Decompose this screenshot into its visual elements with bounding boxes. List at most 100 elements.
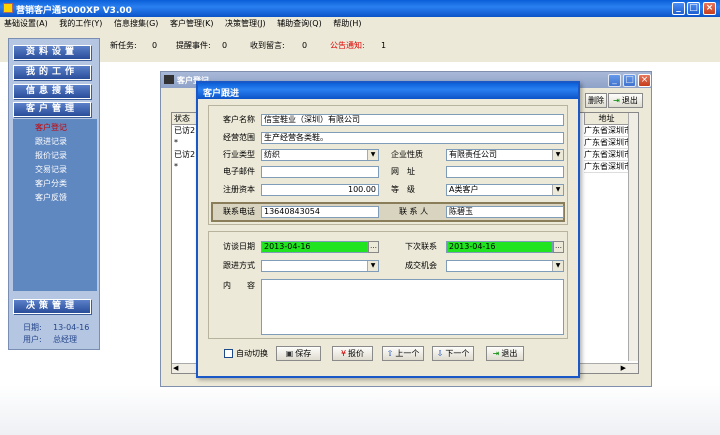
industry-label: 行业类型 [223, 150, 255, 159]
reminder-label: 提醒事件: [176, 41, 211, 50]
bg-minimize-icon[interactable]: _ [608, 74, 621, 87]
notice-label[interactable]: 公告通知: [330, 40, 365, 52]
vertical-scrollbar[interactable] [628, 113, 638, 361]
quote-button[interactable]: ¥ 报价 [332, 346, 373, 361]
previous-button[interactable]: ⇧ 上一个 [382, 346, 424, 361]
user-label: 用户: [23, 335, 42, 344]
submenu-quote-records[interactable]: 报价记录 [35, 149, 97, 163]
arrow-down-icon: ⇩ [436, 349, 444, 358]
company-type-select[interactable]: 有限责任公司 ▼ [446, 149, 564, 161]
email-field[interactable] [261, 166, 379, 178]
level-select[interactable]: A类客户 ▼ [446, 184, 564, 196]
content-textarea[interactable] [261, 279, 564, 335]
date-label: 日期: [23, 323, 42, 332]
exit-icon: ⇥ [492, 349, 500, 358]
scroll-left-icon[interactable]: ◀ [173, 364, 178, 372]
chevron-down-icon[interactable]: ▼ [552, 185, 563, 195]
table-row[interactable]: 已访2 [172, 149, 198, 161]
address-cell[interactable]: 广东省深圳市龙 [584, 125, 628, 137]
submenu-customer-register[interactable]: 客户登记 [35, 121, 97, 135]
business-scope-label: 经营范围 [223, 133, 255, 142]
contact-row: 联系电话 13640843054 联 系 人 陈碧玉 [211, 202, 565, 222]
follow-method-label: 跟进方式 [223, 261, 255, 270]
address-cell[interactable]: 广东省深圳市龙 [584, 149, 628, 161]
save-button[interactable]: ▣ 保存 [276, 346, 321, 361]
grid-header-status: 状态 [172, 113, 198, 125]
visit-date-picker-button[interactable]: … [368, 241, 379, 253]
nav-my-work[interactable]: 我的工作 [13, 65, 91, 80]
auto-switch-label: 自动切换 [236, 349, 268, 358]
nav-decision-mgmt[interactable]: 决策管理 [13, 299, 91, 314]
sidebar: 资料设置 我的工作 信息搜集 客户管理 客户登记 跟进记录 报价记录 交易记录 … [8, 38, 100, 350]
minimize-icon[interactable]: _ [672, 2, 685, 15]
business-scope-field[interactable]: 生产经营各类鞋。 [261, 132, 564, 144]
submenu-customer-feedback[interactable]: 客户反馈 [35, 191, 97, 205]
chevron-down-icon[interactable]: ▼ [367, 261, 378, 271]
table-row[interactable]: * [172, 137, 198, 149]
grid-address-column: 广东省深圳市龙 广东省深圳市龙 广东省深圳市龙 广东省深圳市龙 [584, 125, 628, 173]
arrow-up-icon: ⇧ [386, 349, 394, 358]
app-icon [3, 3, 13, 13]
close-icon[interactable]: × [703, 2, 716, 15]
bg-exit-button[interactable]: ⇥ 退出 [608, 93, 643, 108]
submenu-follow-records[interactable]: 跟进记录 [35, 135, 97, 149]
deal-chance-select[interactable]: ▼ [446, 260, 564, 272]
menu-basic-settings[interactable]: 基础设置(A) [4, 19, 48, 28]
next-button[interactable]: ⇩ 下一个 [432, 346, 474, 361]
customer-name-label: 客户名称 [223, 115, 255, 124]
email-label: 电子邮件 [223, 167, 255, 176]
maximize-icon[interactable]: □ [687, 2, 700, 15]
menu-bar: 基础设置(A) 我的工作(Y) 信息搜集(G) 客户管理(K) 决策管理(J) … [0, 17, 720, 31]
exit-button[interactable]: ⇥ 退出 [486, 346, 524, 361]
reminder-count: 0 [222, 41, 228, 50]
auto-switch-checkbox[interactable] [224, 349, 233, 358]
nav-customer-mgmt[interactable]: 客户管理 [13, 102, 91, 117]
submenu-trade-records[interactable]: 交易记录 [35, 163, 97, 177]
menu-my-work[interactable]: 我的工作(Y) [59, 19, 102, 28]
next-contact-picker-button[interactable]: … [553, 241, 564, 253]
menu-customer-mgmt[interactable]: 客户管理(K) [170, 19, 214, 28]
customer-submenu: 客户登记 跟进记录 报价记录 交易记录 客户分类 客户反馈 [13, 119, 97, 291]
next-contact-field[interactable]: 2013-04-16 [446, 241, 553, 253]
new-task-count: 0 [152, 41, 158, 50]
website-label: 网 址 [391, 167, 415, 176]
bg-maximize-icon[interactable]: □ [623, 74, 636, 87]
menu-info-collect[interactable]: 信息搜集(G) [114, 19, 158, 28]
message-label: 收到留言: [250, 41, 285, 50]
menu-aux-query[interactable]: 辅助查询(Q) [277, 19, 322, 28]
grid-status-column: 已访2 * 已访2 * [172, 125, 198, 173]
company-type-label: 企业性质 [391, 150, 423, 159]
industry-select[interactable]: 纺织 ▼ [261, 149, 379, 161]
nav-data-settings[interactable]: 资料设置 [13, 45, 91, 60]
visit-date-field[interactable]: 2013-04-16 [261, 241, 368, 253]
chevron-down-icon[interactable]: ▼ [552, 150, 563, 160]
menu-help[interactable]: 帮助(H) [333, 19, 361, 28]
address-cell[interactable]: 广东省深圳市龙 [584, 161, 628, 173]
chevron-down-icon[interactable]: ▼ [367, 150, 378, 160]
contact-label: 联 系 人 [399, 207, 429, 216]
nav-info-collect[interactable]: 信息搜集 [13, 84, 91, 99]
grid-header-address: 地址 [584, 113, 628, 125]
contact-field[interactable]: 陈碧玉 [446, 206, 564, 218]
phone-field[interactable]: 13640843054 [261, 206, 379, 218]
bg-close-icon[interactable]: × [638, 74, 651, 87]
submenu-customer-category[interactable]: 客户分类 [35, 177, 97, 191]
app-titlebar: 营销客户通5000XP V3.00 _ □ × [0, 0, 720, 17]
phone-label: 联系电话 [223, 207, 255, 216]
website-field[interactable] [446, 166, 564, 178]
customer-name-field[interactable]: 信宝鞋业（深圳）有限公司 [261, 114, 564, 126]
table-row[interactable]: 已访2 [172, 125, 198, 137]
address-cell[interactable]: 广东省深圳市龙 [584, 137, 628, 149]
capital-field[interactable]: 100.00 [261, 184, 379, 196]
chevron-down-icon[interactable]: ▼ [552, 261, 563, 271]
dialog-title: 客户跟进 [203, 89, 240, 99]
menu-decision-mgmt[interactable]: 决策管理(J) [225, 19, 266, 28]
date-value: 13-04-16 [53, 323, 90, 332]
table-row[interactable]: * [172, 161, 198, 173]
quote-icon: ¥ [340, 349, 347, 358]
bg-delete-button[interactable]: 删除 [585, 93, 607, 108]
bottom-decoration [0, 385, 720, 435]
scroll-right-icon[interactable]: ▶ [621, 364, 626, 372]
deal-chance-label: 成交机会 [405, 261, 437, 270]
follow-method-select[interactable]: ▼ [261, 260, 379, 272]
